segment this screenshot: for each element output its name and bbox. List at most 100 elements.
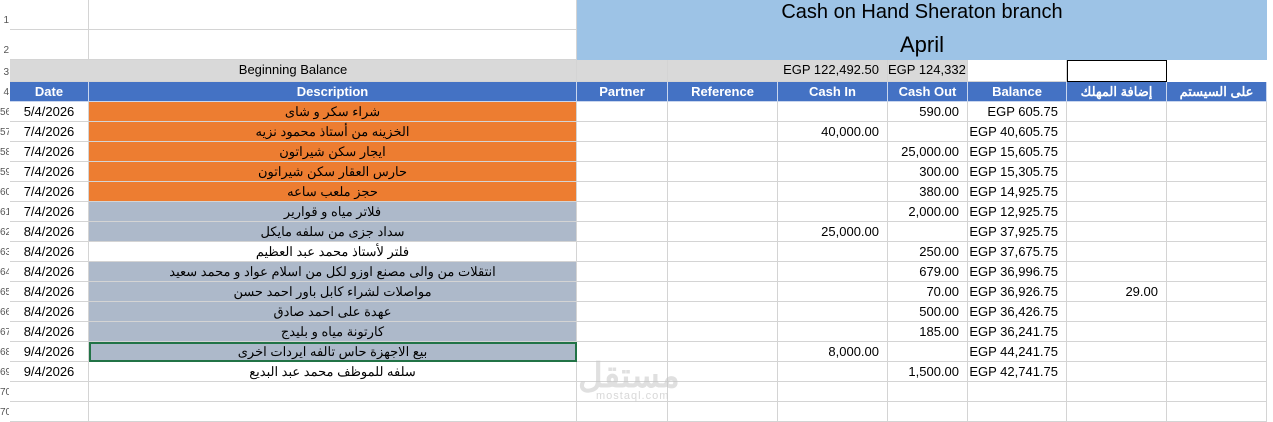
- description-cell[interactable]: ايجار سكن شيراتون: [89, 142, 577, 162]
- cash-in-cell[interactable]: [778, 322, 888, 342]
- partner-cell[interactable]: [577, 282, 668, 302]
- beginning-balance-label[interactable]: Beginning Balance: [10, 60, 577, 82]
- empty-cell[interactable]: [968, 60, 1067, 82]
- system-cell[interactable]: [1167, 242, 1267, 262]
- empty-cell[interactable]: [1167, 382, 1267, 402]
- description-cell[interactable]: حارس العقار سكن شيراتون: [89, 162, 577, 182]
- depreciation-addition-cell[interactable]: [1067, 342, 1167, 362]
- partner-cell[interactable]: [577, 202, 668, 222]
- reference-cell[interactable]: [668, 242, 778, 262]
- system-cell[interactable]: [1167, 202, 1267, 222]
- row-number[interactable]: 67: [0, 323, 9, 342]
- cash-in-cell[interactable]: [778, 262, 888, 282]
- date-cell[interactable]: 8/4/2026: [10, 262, 89, 282]
- cash-out-cell[interactable]: 250.00: [888, 242, 968, 262]
- spreadsheet-grid[interactable]: 1 2 3 4 56 57 58 59 60 61 62 63 64 65 66 67 68 69 70 70 Begi…: [0, 0, 1273, 422]
- cash-in-cell[interactable]: [778, 142, 888, 162]
- empty-cell[interactable]: [778, 402, 888, 422]
- row-number[interactable]: 65: [0, 283, 9, 302]
- partner-cell[interactable]: [577, 142, 668, 162]
- empty-cell[interactable]: [577, 60, 668, 82]
- partner-cell[interactable]: [577, 362, 668, 382]
- balance-cell[interactable]: EGP 36,996.75: [968, 262, 1067, 282]
- date-cell[interactable]: 7/4/2026: [10, 202, 89, 222]
- description-cell[interactable]: مواصلات لشراء كابل باور احمد حسن: [89, 282, 577, 302]
- row-number[interactable]: 4: [0, 83, 9, 102]
- empty-cell[interactable]: [968, 402, 1067, 422]
- reference-cell[interactable]: [668, 142, 778, 162]
- row-number[interactable]: 57: [0, 123, 9, 142]
- reference-cell[interactable]: [668, 222, 778, 242]
- description-cell[interactable]: سلفه للموظف محمد عبد البديع: [89, 362, 577, 382]
- date-cell[interactable]: 7/4/2026: [10, 122, 89, 142]
- reference-cell[interactable]: [668, 102, 778, 122]
- empty-cell[interactable]: [10, 382, 89, 402]
- depreciation-addition-cell[interactable]: [1067, 102, 1167, 122]
- cash-in-cell[interactable]: [778, 102, 888, 122]
- column-header[interactable]: إضافة المهلك: [1067, 82, 1167, 102]
- partner-cell[interactable]: [577, 262, 668, 282]
- description-cell[interactable]: كارتونة مياه و بليدج: [89, 322, 577, 342]
- row-number[interactable]: 68: [0, 343, 9, 362]
- partner-cell[interactable]: [577, 162, 668, 182]
- row-number[interactable]: 59: [0, 163, 9, 182]
- beginning-value-2[interactable]: EGP 124,332.50: [888, 60, 968, 82]
- column-header[interactable]: Partner: [577, 82, 668, 102]
- date-cell[interactable]: 5/4/2026: [10, 102, 89, 122]
- empty-cell[interactable]: [89, 30, 577, 60]
- depreciation-addition-cell[interactable]: [1067, 222, 1167, 242]
- system-cell[interactable]: [1167, 182, 1267, 202]
- balance-cell[interactable]: EGP 44,241.75: [968, 342, 1067, 362]
- description-cell[interactable]: الخزينه من أستاذ محمود نزيه: [89, 122, 577, 142]
- empty-cell[interactable]: [1067, 402, 1167, 422]
- sheet-title[interactable]: Cash on Hand Sheraton branch: [577, 0, 1267, 25]
- partner-cell[interactable]: [577, 122, 668, 142]
- cash-out-cell[interactable]: 2,000.00: [888, 202, 968, 222]
- partner-cell[interactable]: [577, 182, 668, 202]
- date-cell[interactable]: 8/4/2026: [10, 302, 89, 322]
- balance-cell[interactable]: EGP 36,426.75: [968, 302, 1067, 322]
- reference-cell[interactable]: [668, 342, 778, 362]
- balance-cell[interactable]: EGP 37,925.75: [968, 222, 1067, 242]
- row-number[interactable]: 2: [0, 41, 9, 60]
- date-cell[interactable]: 7/4/2026: [10, 162, 89, 182]
- row-number[interactable]: 70: [0, 383, 9, 402]
- system-cell[interactable]: [1167, 322, 1267, 342]
- date-cell[interactable]: 9/4/2026: [10, 362, 89, 382]
- date-cell[interactable]: 9/4/2026: [10, 342, 89, 362]
- description-cell[interactable]: عهدة على احمد صادق: [89, 302, 577, 322]
- cash-out-cell[interactable]: 300.00: [888, 162, 968, 182]
- empty-cell[interactable]: [10, 0, 89, 30]
- cash-out-cell[interactable]: 25,000.00: [888, 142, 968, 162]
- reference-cell[interactable]: [668, 282, 778, 302]
- reference-cell[interactable]: [668, 322, 778, 342]
- empty-cell[interactable]: [888, 382, 968, 402]
- date-cell[interactable]: 8/4/2026: [10, 282, 89, 302]
- description-cell[interactable]: شراء سكر و شاى: [89, 102, 577, 122]
- empty-cell[interactable]: [10, 30, 89, 60]
- column-header[interactable]: على السيستم: [1167, 82, 1267, 102]
- column-header[interactable]: Balance: [968, 82, 1067, 102]
- cash-out-cell[interactable]: [888, 122, 968, 142]
- depreciation-addition-cell[interactable]: [1067, 162, 1167, 182]
- depreciation-addition-cell[interactable]: [1067, 262, 1167, 282]
- depreciation-addition-cell[interactable]: [1067, 202, 1167, 222]
- row-number[interactable]: 58: [0, 143, 9, 162]
- partner-cell[interactable]: [577, 322, 668, 342]
- cash-out-cell[interactable]: 679.00: [888, 262, 968, 282]
- empty-cell[interactable]: [89, 402, 577, 422]
- cash-in-cell[interactable]: [778, 182, 888, 202]
- balance-cell[interactable]: EGP 36,241.75: [968, 322, 1067, 342]
- balance-cell[interactable]: EGP 12,925.75: [968, 202, 1067, 222]
- cash-out-cell[interactable]: 70.00: [888, 282, 968, 302]
- empty-cell[interactable]: [968, 382, 1067, 402]
- date-cell[interactable]: 7/4/2026: [10, 142, 89, 162]
- depreciation-addition-cell[interactable]: 29.00: [1067, 282, 1167, 302]
- system-cell[interactable]: [1167, 302, 1267, 322]
- column-header[interactable]: Cash Out: [888, 82, 968, 102]
- system-cell[interactable]: [1167, 102, 1267, 122]
- description-cell[interactable]: انتقلات من والى مصنع اوزو لكل من اسلام ع…: [89, 262, 577, 282]
- row-number[interactable]: 62: [0, 223, 9, 242]
- column-header[interactable]: Description: [89, 82, 577, 102]
- row-number[interactable]: 56: [0, 103, 9, 122]
